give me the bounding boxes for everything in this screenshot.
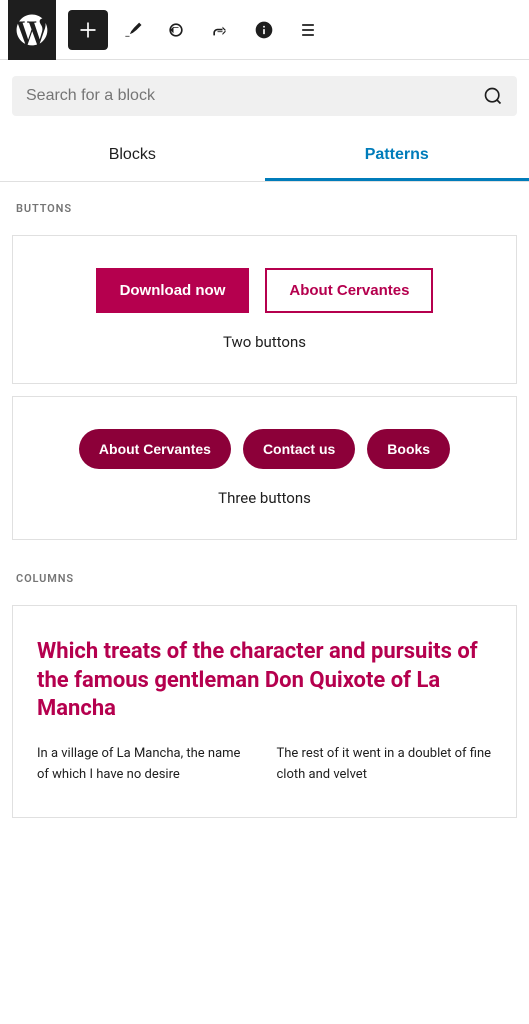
tab-patterns[interactable]: Patterns — [265, 132, 529, 181]
toolbar — [0, 0, 529, 60]
buttons-preview-three: About Cervantes Contact us Books — [79, 429, 450, 469]
column-text-1: In a village of La Mancha, the name of w… — [37, 744, 253, 786]
two-buttons-pattern[interactable]: Download now About Cervantes Two buttons — [12, 235, 517, 384]
download-now-button[interactable]: Download now — [96, 268, 250, 313]
tabs-area: Blocks Patterns — [0, 132, 529, 182]
redo-button[interactable] — [200, 10, 240, 50]
two-buttons-caption: Two buttons — [223, 333, 306, 351]
edit-button[interactable] — [112, 10, 152, 50]
search-input[interactable] — [26, 87, 475, 105]
content-area: BUTTONS Download now About Cervantes Two… — [0, 182, 529, 818]
about-cervantes-outline-button[interactable]: About Cervantes — [265, 268, 433, 313]
contact-us-button[interactable]: Contact us — [243, 429, 355, 469]
column-text-2: The rest of it went in a doublet of fine… — [277, 744, 493, 786]
wp-logo — [8, 0, 56, 60]
columns-section-label: COLUMNS — [0, 552, 529, 593]
books-button[interactable]: Books — [367, 429, 450, 469]
about-cervantes-pill-button[interactable]: About Cervantes — [79, 429, 231, 469]
search-area — [0, 60, 529, 132]
columns-body: In a village of La Mancha, the name of w… — [37, 744, 492, 786]
tab-blocks[interactable]: Blocks — [0, 132, 265, 181]
buttons-section-label: BUTTONS — [0, 182, 529, 223]
columns-pattern[interactable]: Which treats of the character and pursui… — [12, 605, 517, 818]
buttons-preview-two: Download now About Cervantes — [96, 268, 434, 313]
undo-button[interactable] — [156, 10, 196, 50]
menu-button[interactable] — [288, 10, 328, 50]
search-button[interactable] — [483, 86, 503, 106]
three-buttons-pattern[interactable]: About Cervantes Contact us Books Three b… — [12, 396, 517, 540]
search-box — [12, 76, 517, 116]
info-button[interactable] — [244, 10, 284, 50]
add-block-button[interactable] — [68, 10, 108, 50]
three-buttons-caption: Three buttons — [218, 489, 311, 507]
columns-heading: Which treats of the character and pursui… — [37, 638, 492, 724]
